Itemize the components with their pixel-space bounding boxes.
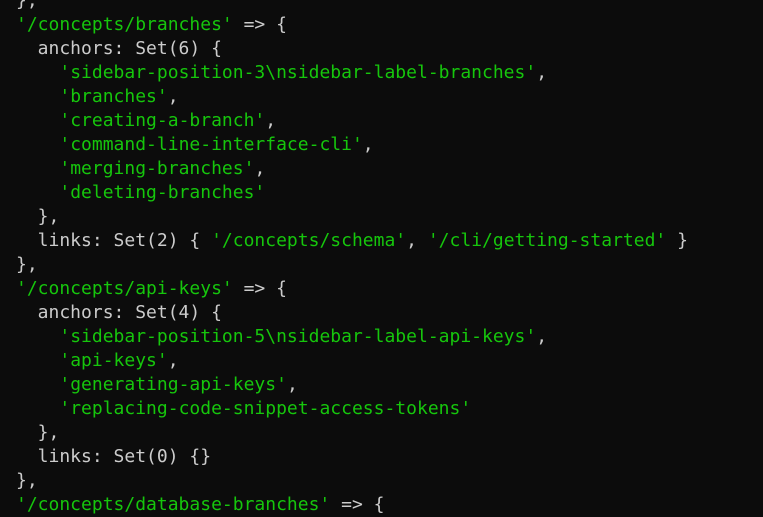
- terminal-line: 'deleting-branches': [0, 181, 763, 205]
- terminal-line: },: [0, 0, 763, 13]
- string-token: '/concepts/schema': [211, 230, 407, 251]
- terminal-line: 'api-keys',: [0, 349, 763, 373]
- terminal-line: 'branches',: [0, 85, 763, 109]
- code-token: links: Set(0) {}: [16, 446, 212, 467]
- code-token: },: [16, 0, 38, 11]
- terminal-line: links: Set(0) {}: [0, 445, 763, 469]
- string-token: 'sidebar-position-3\nsidebar-label-branc…: [59, 62, 537, 83]
- code-token: }: [666, 230, 688, 251]
- terminal-line: 'replacing-code-snippet-access-tokens': [0, 397, 763, 421]
- terminal-line: 'merging-branches',: [0, 157, 763, 181]
- code-token: },: [16, 470, 38, 491]
- code-token: ,: [254, 158, 266, 179]
- terminal-line: anchors: Set(4) {: [0, 301, 763, 325]
- code-token: => {: [232, 278, 287, 299]
- terminal-line: '/concepts/database-branches' => {: [0, 493, 763, 517]
- string-token: 'sidebar-position-5\nsidebar-label-api-k…: [59, 326, 537, 347]
- terminal-output: }, '/concepts/branches' => { anchors: Set…: [0, 0, 763, 517]
- code-token: => {: [330, 494, 385, 515]
- terminal-line: anchors: Set(6) {: [0, 37, 763, 61]
- terminal-line: links: Set(2) { '/concepts/schema', '/cl…: [0, 229, 763, 253]
- terminal-line: 'command-line-interface-cli',: [0, 133, 763, 157]
- code-token: ,: [362, 134, 374, 155]
- terminal-line: 'sidebar-position-3\nsidebar-label-branc…: [0, 61, 763, 85]
- string-token: '/cli/getting-started': [427, 230, 667, 251]
- string-token: 'deleting-branches': [59, 182, 266, 203]
- string-token: 'command-line-interface-cli': [59, 134, 363, 155]
- string-token: '/concepts/database-branches': [16, 494, 331, 515]
- terminal-line: },: [0, 205, 763, 229]
- code-token: ,: [167, 350, 179, 371]
- string-token: '/concepts/api-keys': [16, 278, 233, 299]
- code-token: ,: [406, 230, 428, 251]
- terminal-line: 'sidebar-position-5\nsidebar-label-api-k…: [0, 325, 763, 349]
- code-token: },: [16, 422, 60, 443]
- string-token: 'generating-api-keys': [59, 374, 287, 395]
- terminal-line: },: [0, 469, 763, 493]
- code-token: ,: [265, 110, 277, 131]
- terminal-line: },: [0, 421, 763, 445]
- code-token: ,: [536, 62, 548, 83]
- code-token: ,: [536, 326, 548, 347]
- string-token: 'replacing-code-snippet-access-tokens': [59, 398, 472, 419]
- code-token: ,: [286, 374, 298, 395]
- string-token: 'api-keys': [59, 350, 168, 371]
- string-token: 'branches': [59, 86, 168, 107]
- terminal-line: '/concepts/branches' => {: [0, 13, 763, 37]
- terminal-line: },: [0, 253, 763, 277]
- code-token: },: [16, 206, 60, 227]
- code-token: },: [16, 254, 38, 275]
- code-token: anchors: Set(6) {: [16, 38, 222, 59]
- string-token: '/concepts/branches': [16, 14, 233, 35]
- code-token: anchors: Set(4) {: [16, 302, 222, 323]
- terminal-line: '/concepts/api-keys' => {: [0, 277, 763, 301]
- code-token: ,: [167, 86, 179, 107]
- terminal-line: 'creating-a-branch',: [0, 109, 763, 133]
- code-token: links: Set(2) {: [16, 230, 212, 251]
- string-token: 'merging-branches': [59, 158, 255, 179]
- string-token: 'creating-a-branch': [59, 110, 266, 131]
- code-token: => {: [232, 14, 287, 35]
- terminal-line: 'generating-api-keys',: [0, 373, 763, 397]
